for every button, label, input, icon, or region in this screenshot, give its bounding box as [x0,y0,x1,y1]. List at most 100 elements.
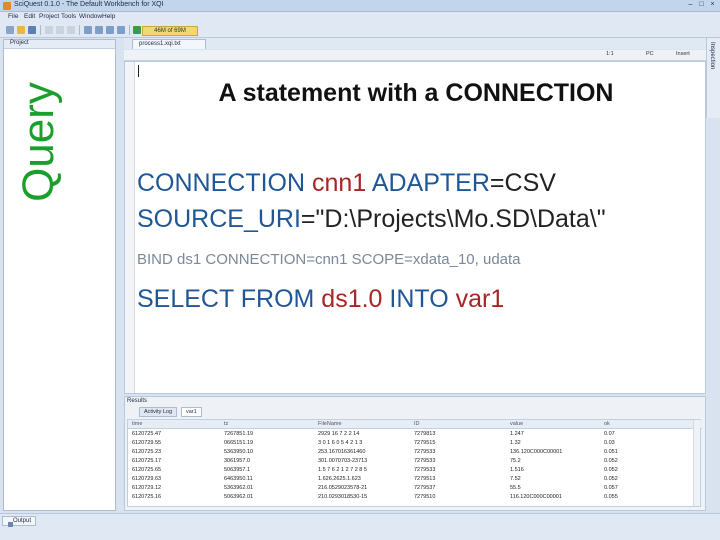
table-cell: 2929 16 7 2 2 14 [318,431,360,437]
title-bar: SciQuest 0.1.0 - The Default Workbench f… [0,0,720,12]
tab-activity-log[interactable]: Activity Log [139,407,178,417]
table-cell: 1.32 [510,440,521,446]
tab-process1[interactable]: process1.xqi.txt [132,39,206,49]
code-line-bind[interactable]: BIND ds1 CONNECTION=cnn1 SCOPE=xdata_10,… [137,251,521,268]
open-folder-icon[interactable] [17,26,25,34]
menu-edit[interactable]: Edit [24,13,35,20]
code-line-source-uri[interactable]: SOURCE_URI="D:\Projects\Mo.SD\Data\" [137,205,606,234]
identifier-cnn1: cnn1 [312,169,367,197]
table-cell: 3 0 1 6 0 5 4 2 1 3 [318,440,363,446]
table-cell: 216.0529023578-21 [318,485,368,491]
new-file-icon[interactable] [6,26,14,34]
column-header[interactable]: value [510,421,602,428]
cursor-position: 1:1 [606,51,614,57]
output-label: Output [13,518,32,524]
run-icon[interactable] [133,26,141,34]
table-cell: 0.03 [604,440,615,446]
equals-sign: = [489,169,505,197]
table-cell: 210.0293018530-15 [318,494,368,500]
table-cell: 6120725.47 [132,431,162,437]
results-scrollbar[interactable] [693,420,700,506]
undo-icon[interactable] [84,26,92,34]
source-uri-value: "D:\Projects\Mo.SD\Data\" [315,205,606,233]
table-cell: 55.5 [510,485,521,491]
table-row[interactable]: 6120725.65 5063957.1 1.5 7 6 2 1 2 7 2 8… [128,466,702,475]
redo-icon[interactable] [95,26,103,34]
cut-icon[interactable] [45,26,53,34]
workbench-window: SciQuest 0.1.0 - The Default Workbench f… [0,0,720,540]
table-cell: 7279533 [414,458,436,464]
table-cell: 6120725.65 [132,467,162,473]
identifier-var1: var1 [455,285,505,313]
table-row[interactable]: 6120725.17 3061957.0 301.0070703-23713 7… [128,457,702,466]
output-tab[interactable]: Output [2,516,37,527]
keyword-into: INTO [389,285,449,313]
equals-sign: = [300,205,316,233]
table-cell: 1.5 7 6 2 1 2 7 2 8 5 [318,467,367,473]
table-row[interactable]: 6120725.23 5363950.10 253.167016361460 7… [128,448,702,457]
keyword-source-uri: SOURCE_URI [137,205,301,233]
query-side-label: Query [14,82,63,202]
tab-var1[interactable]: var1 [181,407,202,417]
table-row[interactable]: 6120729.63 6463950.11 1.626.2625.1.623 7… [128,475,702,484]
table-cell: 6120725.23 [132,449,162,455]
inspection-tab[interactable]: Inspection [706,38,720,118]
adapter-value: CSV [504,169,556,197]
column-header[interactable]: ok [604,421,694,428]
menu-file[interactable]: File [8,13,18,20]
editor-status-row: 1:1 PC Insert [124,50,706,61]
table-cell: 7267851.19 [224,431,254,437]
table-cell: 7279515 [414,440,436,446]
editor-gutter [125,62,135,393]
table-cell: 7279813 [414,431,436,437]
column-header[interactable]: time [132,421,222,428]
table-cell: 6120729.55 [132,440,162,446]
table-cell: 0.051 [604,449,618,455]
table-cell: 0.057 [604,485,618,491]
close-button[interactable]: × [708,1,717,10]
app-icon [3,2,11,10]
column-header[interactable]: tz [224,421,316,428]
table-cell: 1.247 [510,431,524,437]
table-cell: 7279510 [414,494,436,500]
column-header[interactable]: FileName [318,421,410,428]
menu-window[interactable]: Window [79,13,102,20]
slide-title: A statement with a CONNECTION [218,79,614,107]
table-cell: 1.626.2625.1.623 [318,476,361,482]
results-panel: Results Activity Log var1 time tz FileNa… [124,396,706,511]
table-cell: 0.052 [604,476,618,482]
menu-help[interactable]: Help [102,13,115,20]
table-row[interactable]: 6120725.16 5063962.01 210.0293018530-15 … [128,493,702,502]
keyword-select-from: SELECT FROM [137,285,315,313]
code-line-connection[interactable]: CONNECTION cnn1 ADAPTER=CSV [137,169,556,198]
minimize-button[interactable]: – [686,1,695,10]
paste-icon[interactable] [67,26,75,34]
window-title: SciQuest 0.1.0 - The Default Workbench f… [14,1,164,8]
maximize-button[interactable]: □ [697,1,706,10]
back-icon[interactable] [106,26,114,34]
table-row[interactable]: 6120725.47 7267851.19 2929 16 7 2 2 14 7… [128,430,702,439]
table-row[interactable]: 6120729.12 5363962.01 216.0529023578-21 … [128,484,702,493]
menu-tools[interactable]: Tools [61,13,76,20]
menu-bar: File Edit Project Tools Window Help [0,12,720,23]
table-row[interactable]: 6120729.55 0665151.19 3 0 1 6 0 5 4 2 1 … [128,439,702,448]
table-cell: 6120725.17 [132,458,162,464]
save-icon[interactable] [28,26,36,34]
table-cell: 6120729.63 [132,476,162,482]
memory-indicator[interactable]: 46M of 69M [142,26,198,36]
project-panel-label: Project [10,40,29,46]
table-cell: 7279533 [414,467,436,473]
copy-icon[interactable] [56,26,64,34]
table-cell: 0.055 [604,494,618,500]
table-cell: 0.052 [604,458,618,464]
table-cell: 6120729.12 [132,485,162,491]
table-cell: 0665151.19 [224,440,254,446]
code-line-select[interactable]: SELECT FROM ds1.0 INTO var1 [137,285,504,314]
menu-project[interactable]: Project [39,13,59,20]
column-header[interactable]: ID [414,421,508,428]
code-editor[interactable]: A statement with a CONNECTION CONNECTION… [124,61,706,394]
forward-icon[interactable] [117,26,125,34]
keyword-connection: CONNECTION [137,169,306,197]
table-cell: 301.0070703-23713 [318,458,368,464]
table-cell: 1.516 [510,467,524,473]
